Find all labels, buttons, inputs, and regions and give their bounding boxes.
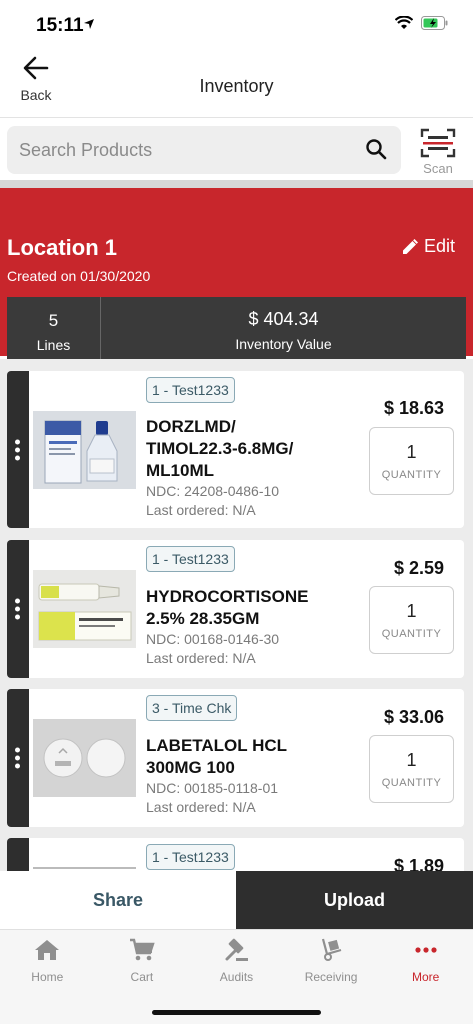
tab-home[interactable]: Home	[0, 930, 95, 1024]
search-icon[interactable]	[365, 138, 387, 160]
product-name-line: HYDROCORTISONE	[146, 587, 309, 606]
product-image	[33, 570, 136, 648]
inventory-value-stat: $ 404.34 Inventory Value	[101, 297, 466, 359]
quantity-value: 1	[406, 442, 417, 462]
location-tag: 1 - Test1233	[146, 377, 235, 403]
product-name-line: DORZLMD/	[146, 417, 236, 436]
location-tag: 1 - Test1233	[146, 546, 235, 572]
location-tag: 3 - Time Chk	[146, 695, 238, 721]
card-menu-handle[interactable]	[7, 689, 29, 827]
product-ndc: NDC: 24208-0486-10	[146, 483, 280, 499]
product-price: $ 1.89	[393, 856, 444, 871]
card-menu-handle[interactable]	[7, 540, 29, 678]
kebab-menu-icon	[15, 598, 20, 620]
action-bar: Share Upload	[0, 871, 473, 929]
share-button[interactable]: Share	[0, 871, 236, 929]
location-tag: 1 - Test1233	[146, 844, 235, 870]
hand-truck-icon	[322, 938, 342, 961]
search-input[interactable]: Search Products	[7, 126, 401, 174]
lines-label: Lines	[36, 337, 71, 353]
scan-label: Scan	[423, 161, 453, 176]
home-indicator	[152, 1010, 321, 1015]
inventory-value-label: Inventory Value	[235, 336, 332, 352]
kebab-menu-icon	[15, 747, 20, 769]
product-price: $ 18.63	[383, 398, 444, 418]
status-indicators	[395, 16, 449, 30]
product-price: $ 33.06	[383, 707, 444, 727]
status-time: 15:11	[36, 15, 84, 36]
product-name-line: LABETALOL HCL	[146, 736, 288, 755]
product-last-ordered: Last ordered: N/A	[146, 799, 256, 815]
product-last-ordered: Last ordered: N/A	[146, 502, 256, 518]
card-menu-handle[interactable]	[7, 371, 29, 528]
gavel-icon	[225, 938, 249, 961]
tab-label: Receiving	[304, 970, 358, 984]
location-name: Location 1	[7, 235, 118, 260]
more-icon	[415, 947, 437, 953]
scan-button[interactable]: Scan	[417, 128, 459, 176]
kebab-menu-icon	[15, 439, 20, 460]
product-name-line: ML10ML	[146, 461, 214, 480]
quantity-field[interactable]: 1 QUANTITY	[369, 427, 454, 495]
quantity-label: QUANTITY	[381, 628, 442, 640]
barcode-scan-icon	[420, 128, 456, 158]
quantity-value: 1	[406, 750, 417, 770]
product-ndc: NDC: 00185-0118-01	[146, 780, 279, 796]
status-bar: 15:11	[0, 0, 473, 50]
product-ndc: NDC: 00168-0146-30	[146, 631, 280, 647]
upload-button[interactable]: Upload	[236, 871, 473, 929]
lines-count: 5	[48, 311, 59, 330]
quantity-label: QUANTITY	[381, 777, 442, 789]
quantity-label: QUANTITY	[381, 469, 442, 481]
tab-more[interactable]: More	[378, 930, 473, 1024]
quantity-field[interactable]: 1 QUANTITY	[369, 586, 454, 654]
location-arrow-icon	[84, 19, 94, 29]
battery-icon	[421, 16, 448, 30]
quantity-value: 1	[406, 601, 417, 621]
home-icon	[35, 940, 60, 960]
page-title: Inventory	[199, 76, 274, 96]
product-last-ordered: Last ordered: N/A	[146, 650, 256, 666]
product-image	[33, 867, 136, 869]
product-card[interactable]: 1 - Test1233 DORZLMD/ TIMOL22.3-6.8MG/ M…	[7, 371, 464, 528]
product-image	[33, 719, 136, 797]
inventory-stats: 5 Lines $ 404.34 Inventory Value	[7, 297, 466, 359]
wifi-icon	[395, 16, 413, 29]
cart-icon	[129, 938, 155, 961]
tab-label: More	[412, 970, 440, 984]
product-name-line: TIMOL22.3-6.8MG/	[146, 439, 294, 458]
tab-label: Audits	[219, 970, 254, 984]
search-row: Search Products Scan	[0, 118, 473, 180]
product-name-line: 2.5% 28.35GM	[146, 609, 260, 628]
pencil-icon	[402, 238, 418, 254]
location-created-date: Created on 01/30/2020	[7, 268, 151, 284]
product-list[interactable]: 1 - Test1233 DORZLMD/ TIMOL22.3-6.8MG/ M…	[0, 359, 473, 871]
product-card[interactable]: 1 - Test1233 HYDROCORTISONE 2.5% 28.35GM…	[7, 540, 464, 678]
inventory-value: $ 404.34	[248, 309, 319, 329]
product-card[interactable]: 1 - Test1233 $ 1.89	[7, 838, 464, 871]
product-price: $ 2.59	[393, 558, 444, 578]
product-image	[33, 411, 136, 489]
tab-label: Cart	[130, 970, 154, 984]
product-card[interactable]: 3 - Time Chk LABETALOL HCL 300MG 100 NDC…	[7, 689, 464, 827]
quantity-field[interactable]: 1 QUANTITY	[369, 735, 454, 803]
product-name-line: 300MG 100	[146, 758, 235, 777]
divider	[0, 180, 473, 188]
nav-bar: Back Inventory	[0, 50, 473, 118]
edit-label: Edit	[423, 236, 455, 256]
card-menu-handle[interactable]	[7, 838, 29, 871]
search-placeholder: Search Products	[19, 140, 153, 160]
lines-stat: 5 Lines	[7, 297, 101, 359]
edit-button[interactable]: Edit	[402, 236, 455, 257]
tab-label: Home	[31, 970, 64, 984]
